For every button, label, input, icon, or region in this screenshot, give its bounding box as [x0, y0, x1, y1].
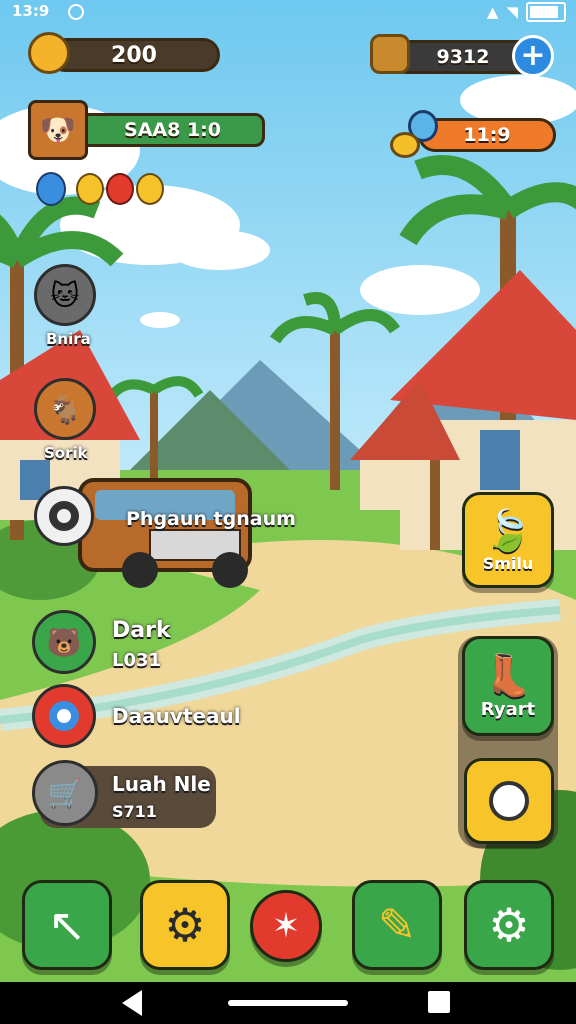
- coin-icon: [28, 32, 70, 74]
- alert-icon: ✶: [271, 906, 301, 946]
- blue-potion-icon: [36, 172, 66, 206]
- add-currency-button[interactable]: +: [512, 35, 554, 77]
- gear-icon: ⚙: [488, 898, 530, 952]
- goat-icon: 🐐: [47, 392, 83, 426]
- status-bar: 13:9 ▲ ◥: [0, 0, 576, 24]
- cat-face-icon: 🐱: [50, 278, 80, 312]
- eye-button[interactable]: [464, 758, 554, 844]
- boot-icon: 👢: [483, 653, 533, 699]
- tire-icon: [49, 501, 79, 531]
- menu-label-sorik: Sorik: [44, 444, 88, 462]
- settings-frame-button[interactable]: ⚙: [140, 880, 230, 970]
- smilu-button[interactable]: 🍃 Smilu: [462, 492, 554, 588]
- menu-button-dark[interactable]: 🐻: [32, 610, 96, 674]
- blue-ring-icon: [49, 701, 79, 731]
- coin-value: 200: [111, 42, 157, 68]
- gem-value: 9312: [436, 46, 490, 68]
- menu-button-sorik[interactable]: 🐐: [34, 378, 96, 440]
- menu-label-luah: Luah Nle: [112, 772, 211, 796]
- balloon-icon: [390, 110, 440, 160]
- level-label: SAA8 1:0: [124, 119, 221, 141]
- red-orb-icon: [106, 173, 134, 205]
- yellow-orb-icon: [136, 173, 164, 205]
- menu-label-bnira: Bnira: [46, 330, 91, 348]
- menu-button-luah[interactable]: 🛒: [32, 760, 98, 826]
- menu-button-daauvteaul[interactable]: [32, 684, 96, 748]
- level-bar: SAA8 1:0: [80, 113, 265, 147]
- arrow-button[interactable]: ↖: [22, 880, 112, 970]
- bear-face-icon: 🐻: [46, 625, 82, 659]
- status-icons: ▲ ◥: [487, 2, 566, 22]
- player-avatar[interactable]: 🐶: [28, 100, 88, 160]
- timer-value: 11:9: [463, 124, 511, 146]
- bag-icon: [370, 34, 410, 74]
- home-bar-icon[interactable]: [228, 1000, 348, 1006]
- status-time: 13:9: [12, 2, 50, 20]
- menu-sublabel-dark: L031: [112, 650, 162, 671]
- arrow-icon: ↖: [47, 898, 87, 952]
- smilu-label: Smilu: [482, 554, 534, 573]
- plus-icon: +: [520, 38, 546, 73]
- menu-label-phgaun: Phgaun tgnaum: [126, 508, 296, 530]
- gear-button[interactable]: ⚙: [464, 880, 554, 970]
- signal-icon: ▲: [486, 3, 499, 21]
- battery-icon: [526, 2, 566, 22]
- life-orbs: [36, 172, 164, 206]
- yellow-orb-icon: [76, 173, 104, 205]
- cart-icon: 🛒: [47, 776, 83, 810]
- menu-button-bnira[interactable]: 🐱: [34, 264, 96, 326]
- alert-button[interactable]: ✶: [250, 890, 322, 962]
- coin-counter: 200: [48, 38, 220, 72]
- status-notification-icon: [68, 4, 84, 20]
- edit-button[interactable]: ✎: [352, 880, 442, 970]
- menu-sublabel-luah: S711: [112, 802, 157, 821]
- ryart-button[interactable]: 👢 Ryart: [462, 636, 554, 736]
- leaf-icon: 🍃: [483, 508, 533, 554]
- recents-icon[interactable]: [428, 991, 450, 1013]
- system-nav-bar: [0, 982, 576, 1024]
- pencil-icon: ✎: [377, 898, 417, 952]
- menu-button-phgaun[interactable]: [34, 486, 94, 546]
- back-icon[interactable]: [122, 990, 142, 1016]
- frame-gear-icon: ⚙: [164, 898, 206, 952]
- menu-label-daauvteaul: Daauvteaul: [112, 704, 241, 728]
- menu-label-dark: Dark: [112, 618, 171, 643]
- ryart-label: Ryart: [480, 699, 536, 720]
- eye-icon: [489, 781, 529, 821]
- wifi-icon: ◥: [506, 3, 518, 21]
- dog-face-icon: 🐶: [39, 112, 77, 148]
